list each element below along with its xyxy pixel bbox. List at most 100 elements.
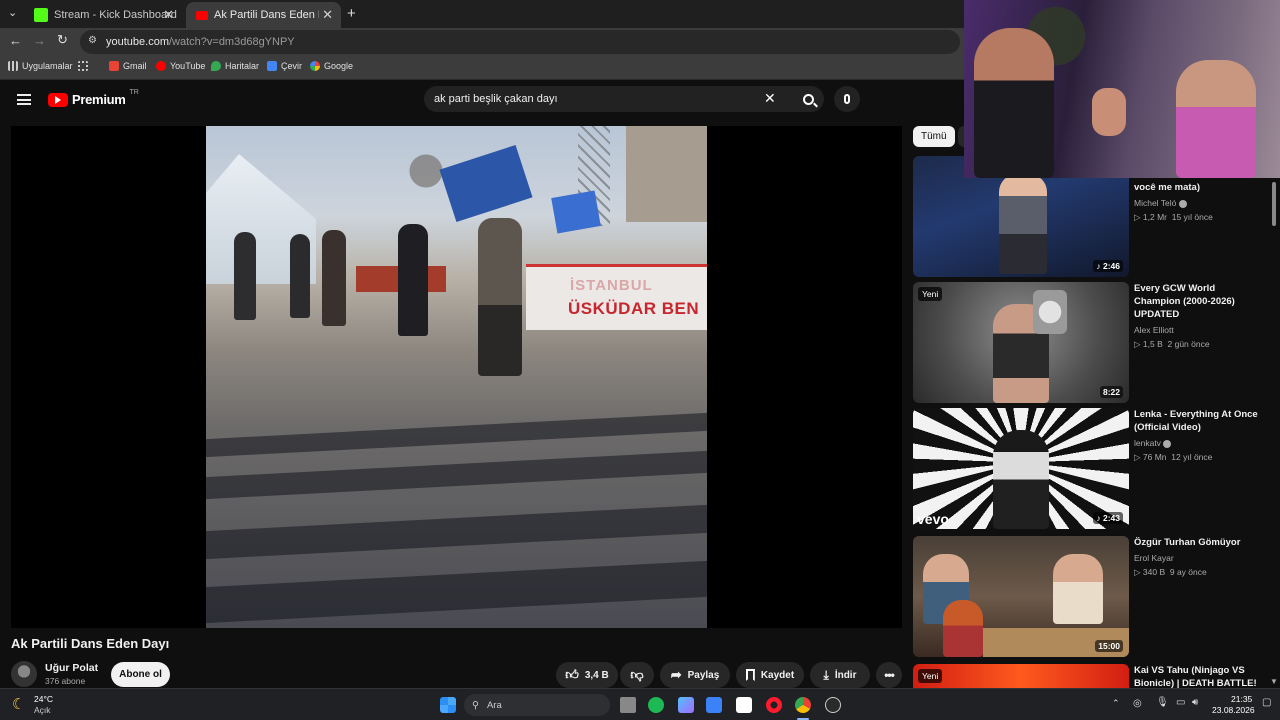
play-icon: ▷ <box>1134 452 1143 462</box>
taskbar-search[interactable]: ⚲ Ara <box>464 694 610 716</box>
channel-name: lenkatv <box>1134 438 1161 448</box>
play-icon: ▷ <box>1134 567 1143 577</box>
more-actions-button[interactable]: ••• <box>876 662 902 688</box>
channel-avatar[interactable] <box>11 661 37 687</box>
bookmark-label: YouTube <box>170 61 206 71</box>
tray-app-icon[interactable]: ◎ <box>1133 698 1142 709</box>
notification-icon[interactable]: ▢ <box>1262 697 1271 708</box>
youtube-logo[interactable]: Premium TR <box>48 89 139 107</box>
back-icon[interactable]: ← <box>9 33 22 48</box>
new-tab-icon[interactable]: + <box>347 5 356 22</box>
channel-name: Alex Elliott <box>1134 325 1174 335</box>
play-icon: ▷ <box>1134 212 1143 222</box>
obs-icon[interactable] <box>825 697 841 713</box>
close-tab-icon[interactable]: ✕ <box>163 7 174 23</box>
address-bar[interactable]: ⚙ youtube.com /watch?v=dm3d68gYNPY <box>80 30 960 54</box>
menu-icon[interactable] <box>17 94 31 105</box>
clear-search-icon[interactable]: ✕ <box>764 90 776 107</box>
youtube-play-icon <box>48 92 68 107</box>
duration-badge: 15:00 <box>1095 640 1123 652</box>
save-button[interactable]: Kaydet <box>736 662 804 688</box>
voice-search-icon[interactable] <box>834 86 860 112</box>
rec-info[interactable]: Every GCW World Champion (2000-2026) UPD… <box>1134 282 1264 351</box>
banner: İSTANBUL ÜSKÜDAR BEN <box>526 264 707 330</box>
tab-youtube-video[interactable]: Ak Partili Dans Eden Dayı - YouTube ✕ <box>186 2 341 28</box>
tray-chevron-icon[interactable]: ⌃ <box>1112 698 1120 709</box>
subscribe-button[interactable]: Abone ol <box>111 662 170 687</box>
rec-info[interactable]: você me mata) Michel Teló ▷ 1,2 Mr 15 yı… <box>1134 181 1264 224</box>
rec-thumbnail[interactable]: Yeni 8:22 <box>913 282 1129 403</box>
filter-chip-all[interactable]: Tümü <box>913 126 955 147</box>
share-button[interactable]: ➦ Paylaş <box>660 662 730 688</box>
download-button[interactable]: ⤓ İndir <box>810 662 870 688</box>
rec-info[interactable]: Kai VS Tahu (Ninjago VS Bionicle) | DEAT… <box>1134 664 1264 688</box>
rec-info[interactable]: Lenka - Everything At Once (Official Vid… <box>1134 408 1264 464</box>
rec-title: Özgür Turhan Gömüyor <box>1134 537 1241 548</box>
copilot-icon[interactable] <box>678 697 694 713</box>
chrome-icon[interactable] <box>795 697 811 713</box>
capcut-icon[interactable] <box>736 697 752 713</box>
rec-thumbnail[interactable]: Yeni <box>913 664 1129 688</box>
music-note-icon: ♪ <box>1096 513 1103 523</box>
bookmark-maps[interactable]: Haritalar <box>211 61 259 71</box>
volume-icon[interactable]: 🔊︎ <box>1192 697 1198 708</box>
bookmark-label: Gmail <box>123 61 147 71</box>
opera-icon[interactable] <box>766 697 782 713</box>
rec-thumbnail[interactable]: 15:00 <box>913 536 1129 657</box>
rec-info[interactable]: Özgür Turhan Gömüyor Erol Kayar ▷ 340 B … <box>1134 536 1264 579</box>
age: 12 yıl önce <box>1171 452 1213 462</box>
new-badge: Yeni <box>918 287 943 301</box>
duration: 15:00 <box>1098 641 1120 651</box>
rec-channel: Erol Kayar <box>1134 551 1264 565</box>
site-info-icon[interactable]: ⚙ <box>88 35 97 46</box>
dislike-button[interactable]: 👎︎ <box>620 662 654 688</box>
duration-badge: ♪ 2:43 <box>1093 512 1123 524</box>
forward-icon[interactable]: → <box>33 33 46 48</box>
bookmark-youtube[interactable]: YouTube <box>156 61 205 71</box>
more-icon: ••• <box>884 668 895 682</box>
reload-icon[interactable]: ↻ <box>57 32 68 48</box>
like-button[interactable]: 👍︎ 3,4 B <box>556 662 618 688</box>
bookmark-google[interactable]: Google <box>310 61 353 71</box>
task-view-icon[interactable] <box>620 697 636 713</box>
pavement-shadow <box>206 412 707 458</box>
thumb-person <box>1053 554 1103 624</box>
url-path: /watch?v=dm3d68gYNPY <box>168 36 295 48</box>
rec-title: você me mata) <box>1134 182 1201 193</box>
person <box>398 224 428 336</box>
tab-list-chevron-icon[interactable]: ⌄ <box>8 6 17 19</box>
rec-thumbnail[interactable]: vevo ♪ 2:43 <box>913 408 1129 529</box>
vevo-watermark: vevo <box>917 511 949 527</box>
bookmark-gmail[interactable]: Gmail <box>109 61 147 71</box>
rec-title: Lenka - Everything At Once (Official Vid… <box>1134 409 1258 433</box>
search-icon[interactable] <box>792 86 824 112</box>
logo-text: Premium <box>72 92 126 107</box>
bookmark-apps[interactable]: Uygulamalar <box>8 61 73 71</box>
video-player[interactable]: İSTANBUL ÜSKÜDAR BEN <box>11 126 902 628</box>
duration: 8:22 <box>1102 387 1120 397</box>
save-label: Kaydet <box>760 669 795 681</box>
tab-kick-dashboard[interactable]: Stream - Kick Dashboard ✕ <box>24 2 182 28</box>
flag-blue-small <box>551 190 601 234</box>
xbox-icon[interactable] <box>648 697 664 713</box>
sidebar-scrollbar[interactable] <box>1272 182 1276 226</box>
bookmark-grid[interactable] <box>78 61 88 71</box>
store-icon[interactable] <box>706 697 722 713</box>
scroll-down-icon[interactable]: ▼ <box>1270 677 1278 686</box>
close-tab-icon[interactable]: ✕ <box>319 7 333 23</box>
rec-channel: Michel Teló <box>1134 196 1264 210</box>
microphone-icon[interactable]: 🎙︎ <box>1156 697 1169 708</box>
bookmark-translate[interactable]: Çevir <box>267 61 302 71</box>
bookmark-label: Google <box>324 61 354 71</box>
network-icon[interactable]: ▭ <box>1176 697 1185 708</box>
duration: 2:46 <box>1102 261 1120 271</box>
clock-date[interactable]: 23.08.2026 <box>1212 705 1255 715</box>
start-icon[interactable] <box>440 697 456 713</box>
views: 76 Mn <box>1142 452 1167 462</box>
share-label: Paylaş <box>687 669 720 681</box>
age: 9 ay önce <box>1169 567 1207 577</box>
weather-temp[interactable]: 24°C <box>34 694 53 704</box>
search-input[interactable]: ak parti beşlik çakan dayı ✕ <box>424 86 824 112</box>
channel-name[interactable]: Uğur Polat <box>45 662 98 674</box>
clock-time[interactable]: 21:35 <box>1231 694 1252 704</box>
